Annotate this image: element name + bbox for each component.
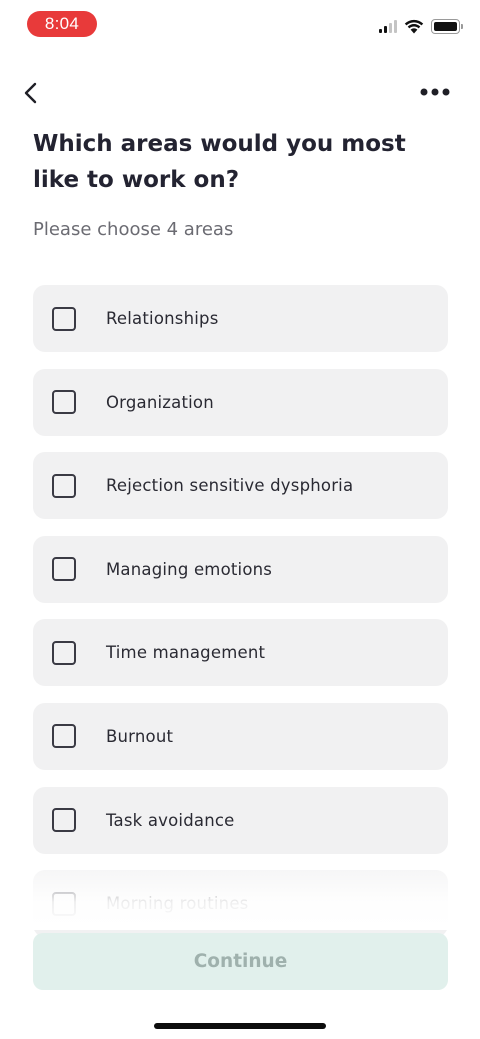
option-morning-routines[interactable]: Morning routines [33,870,448,938]
signal-icon [379,20,397,33]
status-icons [379,19,463,34]
option-burnout[interactable]: Burnout [33,702,448,770]
option-label: Managing emotions [106,559,273,579]
option-managing-emotions[interactable]: Managing emotions [33,535,448,603]
options-list: Relationships Organization Rejection sen… [33,285,448,954]
option-organization[interactable]: Organization [33,368,448,436]
checkbox[interactable] [52,473,76,498]
continue-button[interactable]: Continue [33,933,448,990]
checkbox[interactable] [52,557,76,582]
option-relationships[interactable]: Relationships [33,285,448,352]
option-task-avoidance[interactable]: Task avoidance [33,786,448,854]
more-options-button[interactable] [416,78,454,106]
option-rejection-sensitive-dysphoria[interactable]: Rejection sensitive dysphoria [33,452,448,520]
option-label: Time management [106,643,266,663]
option-label: Task avoidance [106,810,235,830]
option-label: Organization [106,392,214,412]
back-button[interactable] [14,76,48,110]
checkbox[interactable] [52,724,76,749]
status-bar: 8:04 [0,0,480,48]
checkbox[interactable] [52,390,76,415]
option-label: Relationships [106,309,219,328]
checkbox[interactable] [52,640,76,665]
option-time-management[interactable]: Time management [33,619,448,687]
home-indicator [154,1023,326,1029]
checkbox[interactable] [52,891,76,916]
checkbox[interactable] [52,808,76,833]
checkbox[interactable] [52,306,76,331]
status-time: 8:04 [27,11,97,37]
option-label: Rejection sensitive dysphoria [106,476,354,496]
page-subtitle: Please choose 4 areas [33,219,234,240]
option-label: Morning routines [106,894,249,914]
chevron-left-icon [24,82,37,104]
page-title: Which areas would you most like to work … [33,131,406,193]
option-label: Burnout [106,726,174,746]
battery-icon [431,19,463,34]
more-horizontal-icon [420,88,450,96]
wifi-icon [404,19,424,34]
